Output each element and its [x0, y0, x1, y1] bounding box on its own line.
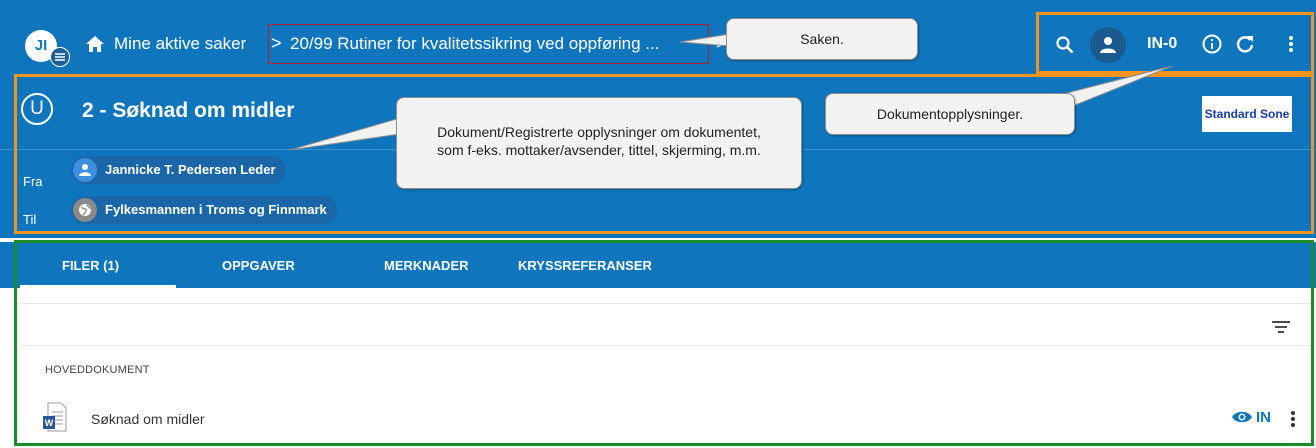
callout-description-line2: som f-eks. mottaker/avsender, tittel, sk…	[437, 142, 761, 158]
callout-description-line1: Dokument/Registrerte opplysninger om dok…	[437, 124, 761, 140]
callout-dokumentopplysninger: Dokumentopplysninger.	[825, 93, 1075, 135]
callout-description: Dokument/Registrerte opplysninger om dok…	[396, 97, 802, 189]
callout-saken: Saken.	[726, 18, 918, 60]
callout-pointers	[289, 33, 1173, 151]
